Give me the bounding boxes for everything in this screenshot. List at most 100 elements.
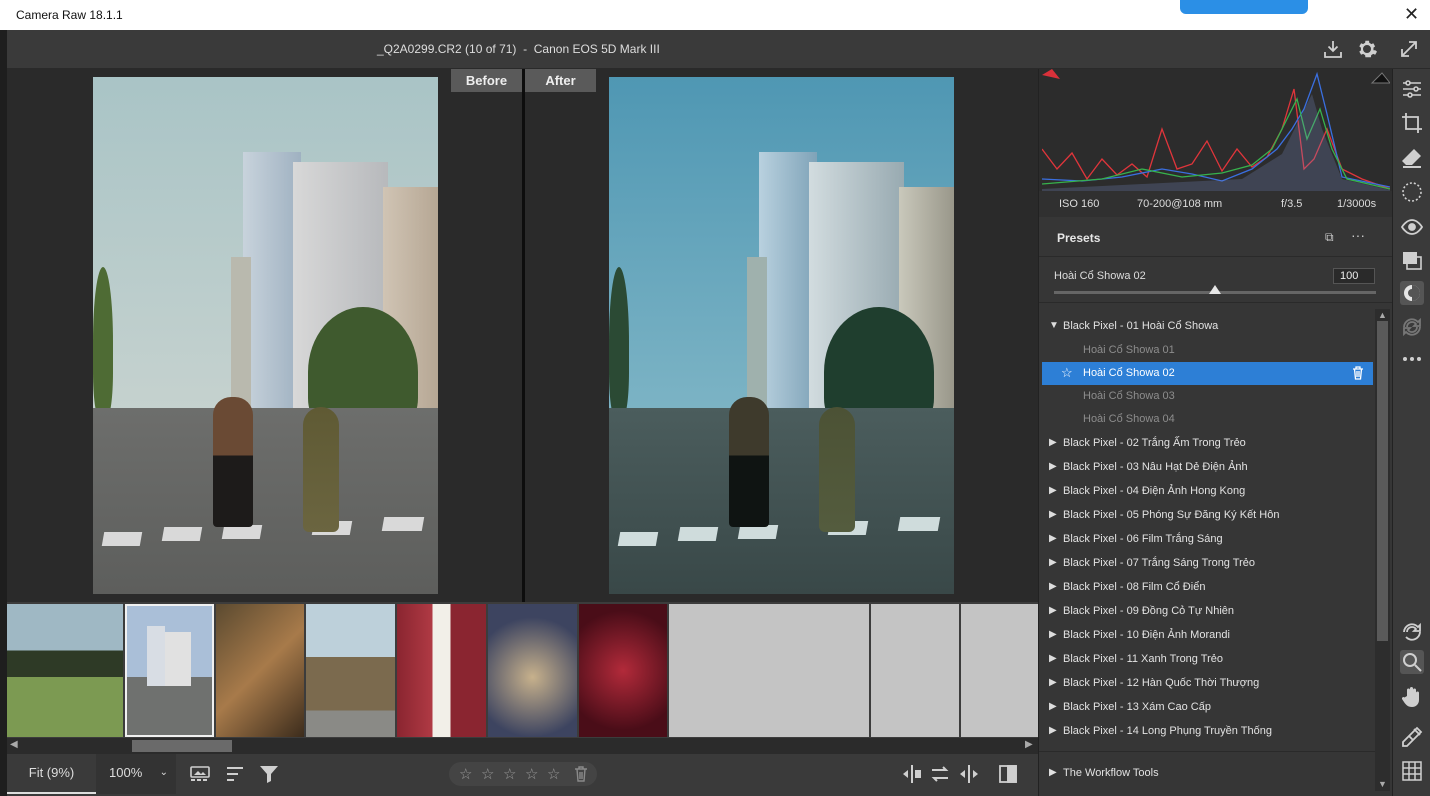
- iso-value: ISO 160: [1059, 198, 1100, 210]
- preset-group[interactable]: ▶ Black Pixel - 03 Nâu Hạt Dẻ Điện Ảnh: [1039, 456, 1375, 480]
- fullscreen-icon[interactable]: [1398, 38, 1420, 60]
- preset-group-label: Black Pixel - 12 Hàn Quốc Thời Thượng: [1063, 677, 1260, 689]
- snapshots-icon[interactable]: [1400, 249, 1424, 273]
- star-icon[interactable]: ☆: [503, 765, 516, 783]
- compare-view-icon[interactable]: [901, 763, 923, 785]
- trash-icon[interactable]: [574, 766, 588, 782]
- filter-icon[interactable]: [258, 763, 280, 785]
- preset-group[interactable]: ▶ Black Pixel - 05 Phóng Sự Đăng Ký Kết H…: [1039, 504, 1375, 528]
- file-title: _Q2A0299.CR2 (10 of 71) - Canon EOS 5D M…: [377, 42, 660, 56]
- star-icon[interactable]: ☆: [525, 765, 538, 783]
- filmstrip-view-icon[interactable]: [189, 763, 211, 785]
- triangle-right-icon: ▶: [1049, 605, 1057, 616]
- crop-icon[interactable]: [1400, 111, 1424, 135]
- filmstrip-thumbnail-selected[interactable]: [125, 604, 214, 737]
- preset-group[interactable]: ▶ Black Pixel - 12 Hàn Quốc Thời Thượng: [1039, 672, 1375, 696]
- create-preset-icon[interactable]: ⧉: [1325, 230, 1334, 245]
- edit-sliders-icon[interactable]: [1400, 77, 1424, 101]
- slider-knob[interactable]: [1209, 285, 1221, 294]
- star-icon[interactable]: ☆: [459, 765, 472, 783]
- histogram: [1039, 69, 1393, 191]
- chevron-down-icon: ⌄: [159, 767, 168, 778]
- scroll-up-icon[interactable]: ▲: [1378, 310, 1387, 320]
- preset-group[interactable]: ▶ Black Pixel - 13 Xám Cao Cấp: [1039, 696, 1375, 720]
- copy-settings-icon[interactable]: [958, 763, 980, 785]
- scroll-right-icon[interactable]: ▶: [1025, 739, 1033, 750]
- preset-group-open[interactable]: ▼ Black Pixel - 01 Hoài Cổ Showa: [1039, 315, 1375, 339]
- workflow-tools-label: The Workflow Tools: [1063, 767, 1159, 779]
- color-sampler-icon[interactable]: [1400, 725, 1424, 749]
- header-bar: _Q2A0299.CR2 (10 of 71) - Canon EOS 5D M…: [7, 30, 1430, 69]
- preset-item-label: Hoài Cổ Showa 01: [1083, 344, 1175, 356]
- trash-icon[interactable]: [1352, 366, 1364, 380]
- zoom-percent-dropdown[interactable]: 100% ⌄: [96, 754, 176, 794]
- preset-group[interactable]: ▶ Black Pixel - 06 Film Trắng Sáng: [1039, 528, 1375, 552]
- preset-group-label: Black Pixel - 14 Long Phụng Truyền Thống: [1063, 725, 1272, 737]
- presets-icon[interactable]: [1400, 281, 1424, 305]
- presets-title: Presets: [1057, 231, 1101, 245]
- preset-group[interactable]: ▶ Black Pixel - 08 Film Cổ Điển: [1039, 576, 1375, 600]
- preset-group[interactable]: ▶ Black Pixel - 04 Điện Ảnh Hong Kong: [1039, 480, 1375, 504]
- filmstrip-thumbnail-loading[interactable]: [669, 604, 869, 737]
- preset-group[interactable]: ▶ Black Pixel - 02 Trắng Ấm Trong Trẻo: [1039, 432, 1375, 456]
- grid-overlay-icon[interactable]: [1400, 759, 1424, 783]
- triangle-right-icon: ▶: [1049, 677, 1057, 688]
- before-after-toggle-icon[interactable]: [997, 763, 1019, 785]
- preset-group[interactable]: ▶ Black Pixel - 07 Trắng Sáng Trong Trẻo: [1039, 552, 1375, 576]
- scroll-down-icon[interactable]: ▼: [1378, 779, 1387, 789]
- gear-icon[interactable]: [1356, 38, 1378, 60]
- more-options-icon[interactable]: ···: [1351, 227, 1365, 243]
- filmstrip-scroll-thumb[interactable]: [132, 740, 232, 752]
- preset-item[interactable]: Hoài Cổ Showa 01: [1039, 339, 1375, 362]
- filmstrip-thumbnail[interactable]: [579, 604, 667, 737]
- filmstrip-thumbnail[interactable]: [397, 604, 486, 737]
- preset-item-active[interactable]: ☆ Hoài Cổ Showa 02: [1042, 362, 1373, 385]
- image-preview-area[interactable]: Before After: [7, 69, 1038, 602]
- preset-list-scrollbar[interactable]: ▲ ▼: [1375, 309, 1390, 791]
- preset-group[interactable]: ▶ Black Pixel - 11 Xanh Trong Trẻo: [1039, 648, 1375, 672]
- rotate-icon[interactable]: [1400, 620, 1424, 644]
- workflow-tools-group[interactable]: ▶ The Workflow Tools: [1039, 751, 1375, 796]
- save-download-icon[interactable]: [1322, 38, 1344, 60]
- triangle-right-icon: ▶: [1049, 509, 1057, 520]
- masking-icon[interactable]: [1400, 180, 1424, 204]
- sync-icon[interactable]: [1400, 315, 1424, 339]
- filmstrip-thumbnail[interactable]: [216, 604, 304, 737]
- app-title: Camera Raw 18.1.1: [16, 8, 123, 22]
- lens-value: 70-200@108 mm: [1137, 198, 1223, 210]
- more-tools-icon[interactable]: [1400, 347, 1424, 371]
- shutter-value: 1/3000s: [1337, 198, 1377, 210]
- preset-amount-input[interactable]: 100: [1333, 268, 1375, 284]
- favorite-star-icon[interactable]: ☆: [1061, 365, 1073, 381]
- star-rating[interactable]: ☆ ☆ ☆ ☆ ☆: [449, 762, 597, 786]
- preset-group[interactable]: ▶ Black Pixel - 10 Điện Ảnh Morandi: [1039, 624, 1375, 648]
- hand-icon[interactable]: [1400, 685, 1424, 709]
- filmstrip-thumbnail[interactable]: [488, 604, 577, 737]
- swap-icon[interactable]: [929, 763, 951, 785]
- red-eye-icon[interactable]: [1400, 215, 1424, 239]
- preset-scroll-thumb[interactable]: [1377, 321, 1388, 641]
- filmstrip-thumbnail[interactable]: [7, 604, 123, 737]
- filmstrip-thumbnail[interactable]: [306, 604, 395, 737]
- filmstrip-thumbnail-loading[interactable]: [961, 604, 1038, 737]
- preset-group-label: Black Pixel - 02 Trắng Ấm Trong Trẻo: [1063, 437, 1246, 449]
- star-icon[interactable]: ☆: [547, 765, 560, 783]
- preset-group[interactable]: ▶ Black Pixel - 14 Long Phụng Truyền Thốn…: [1039, 720, 1375, 744]
- preset-item[interactable]: Hoài Cổ Showa 03: [1039, 385, 1375, 408]
- close-icon[interactable]: ✕: [1404, 4, 1419, 25]
- preset-item[interactable]: Hoài Cổ Showa 04: [1039, 408, 1375, 431]
- zoom-icon[interactable]: [1400, 650, 1424, 674]
- preset-group-label: Black Pixel - 05 Phóng Sự Đăng Ký Kết Hô…: [1063, 509, 1280, 521]
- filmstrip-thumbnail-loading[interactable]: [871, 604, 959, 737]
- star-icon[interactable]: ☆: [481, 765, 494, 783]
- sort-icon[interactable]: [224, 763, 246, 785]
- preset-group[interactable]: ▶ Black Pixel - 09 Đồng Cỏ Tự Nhiên: [1039, 600, 1375, 624]
- eraser-heal-icon[interactable]: [1400, 146, 1424, 170]
- aperture-value: f/3.5: [1281, 198, 1303, 210]
- window-titlebar: Camera Raw 18.1.1 ✕: [0, 0, 1430, 30]
- filmstrip-scrollbar[interactable]: ◀ ▶: [7, 738, 1038, 754]
- zoom-fit-button[interactable]: Fit (9%): [7, 754, 96, 794]
- scroll-left-icon[interactable]: ◀: [10, 739, 18, 750]
- filmstrip: ◀ ▶: [7, 602, 1038, 754]
- after-label: After: [525, 69, 596, 92]
